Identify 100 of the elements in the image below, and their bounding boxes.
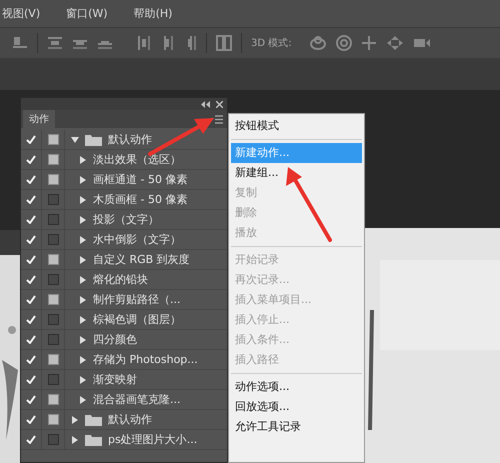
checkmark-icon[interactable] xyxy=(26,395,36,404)
action-name: 画框通道 - 50 像素 xyxy=(93,172,188,187)
action-name: 水中倒影（文字） xyxy=(93,232,181,247)
collapsed-triangle-icon[interactable] xyxy=(79,296,87,304)
camera-icon[interactable] xyxy=(412,37,431,49)
dialog-toggle[interactable] xyxy=(48,394,58,405)
action-row[interactable]: 水中倒影（文字） xyxy=(21,230,227,250)
align-icon[interactable] xyxy=(12,36,28,50)
collapsed-triangle-icon[interactable] xyxy=(79,276,87,284)
action-name: 淡出效果（选区） xyxy=(93,152,181,167)
collapsed-triangle-icon[interactable] xyxy=(79,156,87,164)
menu-item[interactable]: 视图(V) xyxy=(2,6,40,21)
collapsed-triangle-icon[interactable] xyxy=(79,356,87,364)
menu-item[interactable]: 按钮模式 xyxy=(231,116,362,136)
dialog-toggle[interactable] xyxy=(48,374,58,385)
checkmark-icon[interactable] xyxy=(26,235,36,244)
collapsed-triangle-icon[interactable] xyxy=(79,176,87,184)
collapsed-triangle-icon[interactable] xyxy=(79,196,87,204)
action-row[interactable]: 投影（文字） xyxy=(21,210,227,230)
checkmark-icon[interactable] xyxy=(26,135,36,144)
checkmark-icon[interactable] xyxy=(26,215,36,224)
slide-icon[interactable] xyxy=(386,35,404,51)
spacing-icon[interactable] xyxy=(216,35,232,51)
checkmark-icon[interactable] xyxy=(26,335,36,344)
checkmark-icon[interactable] xyxy=(26,275,36,284)
action-row[interactable]: 混合器画笔克隆... xyxy=(21,390,227,410)
action-row[interactable]: 四分颜色 xyxy=(21,330,227,350)
action-row[interactable]: 默认动作 xyxy=(21,410,227,430)
collapsed-triangle-icon[interactable] xyxy=(79,236,87,244)
action-name: 自定义 RGB 到灰度 xyxy=(93,252,190,267)
action-name: 投影（文字） xyxy=(93,212,159,227)
action-name: 默认动作 xyxy=(108,132,152,147)
action-row[interactable]: 画框通道 - 50 像素 xyxy=(21,170,227,190)
collapsed-triangle-icon[interactable] xyxy=(79,256,87,264)
collapsed-triangle-icon[interactable] xyxy=(71,436,79,444)
menu-item[interactable]: 新建组... xyxy=(231,163,362,183)
collapsed-triangle-icon[interactable] xyxy=(79,216,87,224)
collapsed-triangle-icon[interactable] xyxy=(79,336,87,344)
collapsed-triangle-icon[interactable] xyxy=(79,376,87,384)
move-icon[interactable] xyxy=(360,35,377,51)
checkmark-icon[interactable] xyxy=(26,175,36,184)
action-name: 存储为 Photoshop... xyxy=(93,352,198,367)
dialog-toggle[interactable] xyxy=(48,254,58,265)
dialog-toggle[interactable] xyxy=(48,154,58,165)
distribute-icon[interactable] xyxy=(47,36,63,50)
action-name: 默认动作 xyxy=(108,412,152,427)
dialog-toggle[interactable] xyxy=(48,354,58,365)
expanded-triangle-icon[interactable] xyxy=(71,136,79,144)
checkmark-icon[interactable] xyxy=(26,195,36,204)
action-name: ps处理图片大小... xyxy=(108,432,198,447)
action-name: 棕褐色调（图层） xyxy=(93,312,181,327)
dialog-toggle[interactable] xyxy=(48,134,58,145)
action-row[interactable]: 淡出效果（选区） xyxy=(21,150,227,170)
action-row[interactable]: 渐变映射 xyxy=(21,370,227,390)
checkmark-icon[interactable] xyxy=(26,415,36,424)
action-row[interactable]: 熔化的铅块 xyxy=(21,270,227,290)
action-row[interactable]: ps处理图片大小... xyxy=(21,430,227,450)
action-row[interactable]: 木质画框 - 50 像素 xyxy=(21,190,227,210)
rotate-icon[interactable] xyxy=(308,35,327,51)
collapsed-triangle-icon[interactable] xyxy=(71,416,79,424)
menu-item[interactable]: 动作选项... xyxy=(231,377,362,397)
distribute-icon[interactable] xyxy=(137,35,151,51)
folder-icon xyxy=(85,414,102,426)
dialog-toggle[interactable] xyxy=(48,434,58,445)
panel-tab[interactable]: 动作 xyxy=(23,110,55,128)
menu-item[interactable]: 回放选项... xyxy=(231,397,362,417)
collapsed-triangle-icon[interactable] xyxy=(79,316,87,324)
collapse-icon[interactable] xyxy=(201,100,210,108)
menu-item[interactable]: 帮助(H) xyxy=(134,6,172,21)
checkmark-icon[interactable] xyxy=(26,295,36,304)
menu-item[interactable]: 允许工具记录 xyxy=(231,417,362,437)
checkmark-icon[interactable] xyxy=(26,155,36,164)
action-row[interactable]: 棕褐色调（图层） xyxy=(21,310,227,330)
dialog-toggle[interactable] xyxy=(48,234,58,245)
checkmark-icon[interactable] xyxy=(26,355,36,364)
close-icon[interactable] xyxy=(216,100,223,108)
collapsed-triangle-icon[interactable] xyxy=(79,396,87,404)
dialog-toggle[interactable] xyxy=(48,314,58,325)
checkmark-icon[interactable] xyxy=(26,375,36,384)
dialog-toggle[interactable] xyxy=(48,414,58,425)
dialog-toggle[interactable] xyxy=(48,274,58,285)
action-row[interactable]: 自定义 RGB 到灰度 xyxy=(21,250,227,270)
dialog-toggle[interactable] xyxy=(48,194,58,205)
dialog-toggle[interactable] xyxy=(48,294,58,305)
dialog-toggle[interactable] xyxy=(48,214,58,225)
checkmark-icon[interactable] xyxy=(26,255,36,264)
action-name: 混合器画笔克隆... xyxy=(93,392,180,407)
checkmark-icon[interactable] xyxy=(26,435,36,444)
action-name: 渐变映射 xyxy=(93,372,137,387)
menu-item[interactable]: 窗口(W) xyxy=(66,6,108,21)
dialog-toggle[interactable] xyxy=(48,174,58,185)
action-row[interactable]: 存储为 Photoshop... xyxy=(21,350,227,370)
action-name: 四分颜色 xyxy=(93,332,137,347)
action-name: 熔化的铅块 xyxy=(93,272,148,287)
dialog-toggle[interactable] xyxy=(48,334,58,345)
3d-mode-label: 3D 模式: xyxy=(251,36,292,50)
roll-icon[interactable] xyxy=(336,35,352,51)
action-row[interactable]: 制作剪贴路径（... xyxy=(21,290,227,310)
checkmark-icon[interactable] xyxy=(26,315,36,324)
action-row[interactable]: 默认动作 xyxy=(21,130,227,150)
